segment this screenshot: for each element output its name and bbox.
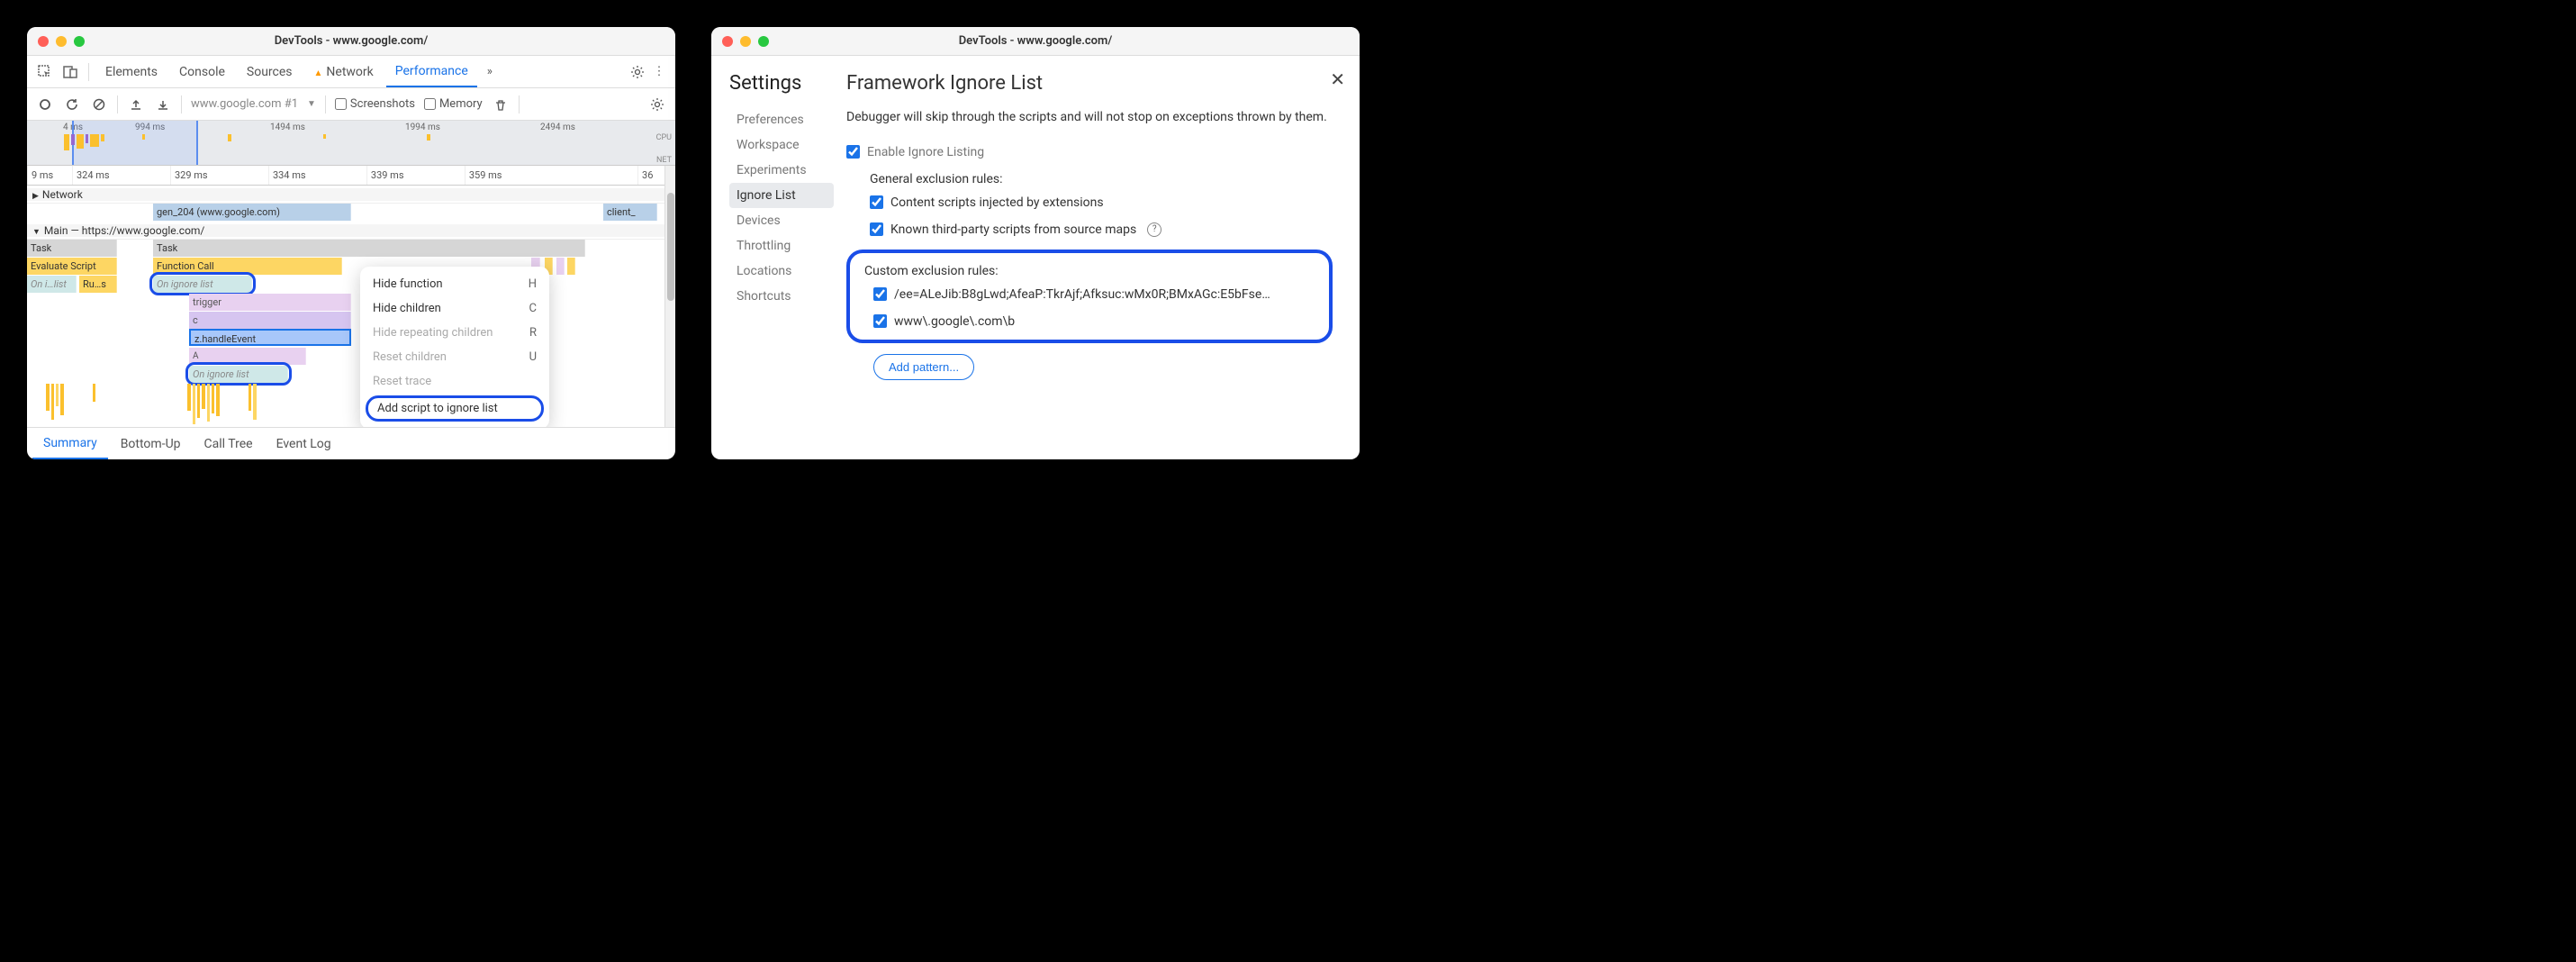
maximize-icon[interactable] — [758, 36, 769, 47]
record-icon[interactable] — [36, 95, 54, 113]
close-settings-icon[interactable]: ✕ — [1330, 68, 1345, 90]
gc-icon[interactable] — [492, 95, 510, 113]
ctx-reset-trace: Reset trace — [360, 369, 549, 394]
tab-performance[interactable]: Performance — [386, 57, 477, 87]
flame-c[interactable]: c — [189, 312, 351, 329]
tab-sources[interactable]: Sources — [238, 58, 302, 86]
memory-checkbox[interactable]: Memory — [424, 97, 483, 111]
tab-console[interactable]: Console — [170, 58, 234, 86]
ctx-hide-function[interactable]: Hide functionH — [360, 272, 549, 296]
gear-icon[interactable] — [628, 63, 646, 81]
screenshots-checkbox[interactable]: Screenshots — [335, 97, 415, 111]
overview-tick: 1994 ms — [405, 123, 540, 132]
timeline-overview[interactable]: 4 ms 994 ms 1494 ms 1994 ms 2494 ms CPU … — [27, 121, 675, 166]
performance-toolbar: www.google.com #1 ▼ Screenshots Memory — [27, 88, 675, 121]
panel-tabs: Elements Console Sources Network Perform… — [27, 56, 675, 88]
sidebar-item-throttling[interactable]: Throttling — [729, 233, 834, 259]
enable-ignore-checkbox[interactable]: Enable Ignore Listing — [846, 145, 1333, 159]
device-icon[interactable] — [59, 61, 81, 83]
help-icon[interactable]: ? — [1147, 222, 1161, 237]
page-description: Debugger will skip through the scripts a… — [846, 109, 1333, 127]
cpu-label: CPU — [656, 133, 672, 142]
sidebar-item-workspace[interactable]: Workspace — [729, 132, 834, 158]
devtools-settings-window: DevTools - www.google.com/ ✕ Settings Pr… — [711, 27, 1360, 459]
flame-task[interactable]: Task — [153, 240, 585, 257]
target-select[interactable]: www.google.com #1 — [191, 97, 298, 111]
reload-icon[interactable] — [63, 95, 81, 113]
flame-trigger[interactable]: trigger — [189, 294, 351, 311]
minimize-icon[interactable] — [740, 36, 751, 47]
download-icon[interactable] — [154, 95, 172, 113]
sidebar-item-preferences[interactable]: Preferences — [729, 107, 834, 132]
custom-rule-1-checkbox[interactable]: /ee=ALeJib:B8gLwd;AfeaP:TkrAjf;Afksuc:wM… — [873, 287, 1315, 302]
minimize-icon[interactable] — [56, 36, 67, 47]
main-track-header[interactable]: ▼Main — https://www.google.com/ — [27, 222, 664, 240]
flame-bar[interactable] — [567, 258, 575, 275]
btab-event-log[interactable]: Event Log — [266, 430, 342, 458]
window-title: DevTools - www.google.com/ — [27, 34, 675, 48]
titlebar[interactable]: DevTools - www.google.com/ — [711, 27, 1360, 56]
devtools-performance-window: DevTools - www.google.com/ Elements Cons… — [27, 27, 675, 459]
window-title: DevTools - www.google.com/ — [711, 34, 1360, 48]
flame-ignore-list[interactable]: On i…list — [27, 276, 77, 293]
maximize-icon[interactable] — [74, 36, 85, 47]
more-tabs-icon[interactable]: » — [481, 63, 499, 81]
close-icon[interactable] — [38, 36, 49, 47]
flame-task[interactable]: Task — [27, 240, 117, 257]
sidebar-item-devices[interactable]: Devices — [729, 208, 834, 233]
close-icon[interactable] — [722, 36, 733, 47]
details-tabs: Summary Bottom-Up Call Tree Event Log — [27, 427, 675, 459]
clear-icon[interactable] — [90, 95, 108, 113]
flame-evaluate-script[interactable]: Evaluate Script — [27, 258, 117, 275]
tab-network[interactable]: Network — [305, 58, 383, 86]
custom-rules-label: Custom exclusion rules: — [864, 264, 1315, 278]
ctx-reset-children: Reset childrenU — [360, 345, 549, 369]
flame-function-call[interactable]: Function Call — [153, 258, 342, 275]
titlebar[interactable]: DevTools - www.google.com/ — [27, 27, 675, 56]
flame-chart[interactable]: 9 ms 324 ms 329 ms 334 ms 339 ms 359 ms … — [27, 166, 675, 427]
flame-ignore-list[interactable]: On ignore list — [153, 276, 252, 293]
kebab-icon[interactable]: ⋮ — [650, 63, 668, 81]
flame-bar[interactable] — [556, 258, 565, 275]
ctx-hide-repeating: Hide repeating childrenR — [360, 321, 549, 345]
settings-content: Framework Ignore List Debugger will skip… — [837, 56, 1360, 459]
tab-elements[interactable]: Elements — [96, 58, 167, 86]
overview-tick: 2494 ms — [540, 123, 675, 132]
content-scripts-checkbox[interactable]: Content scripts injected by extensions — [870, 195, 1333, 210]
btab-summary[interactable]: Summary — [32, 429, 108, 459]
sidebar-item-ignore-list[interactable]: Ignore List — [729, 183, 834, 208]
flame-ruler: 9 ms 324 ms 329 ms 334 ms 339 ms 359 ms … — [27, 166, 664, 186]
network-track-header[interactable]: ▶Network — [27, 186, 664, 204]
add-pattern-button[interactable]: Add pattern... — [873, 354, 974, 380]
custom-rule-2-checkbox[interactable]: www\.google\.com\b — [873, 314, 1315, 329]
general-rules-label: General exclusion rules: — [870, 172, 1333, 186]
scrollbar[interactable] — [664, 166, 675, 427]
btab-bottom-up[interactable]: Bottom-Up — [110, 430, 192, 458]
flame-a[interactable]: A — [189, 348, 306, 365]
upload-icon[interactable] — [127, 95, 145, 113]
capture-settings-icon[interactable] — [648, 95, 666, 113]
flame-bar[interactable]: Ru…s — [79, 276, 117, 293]
custom-rules-highlight: Custom exclusion rules: /ee=ALeJib:B8gLw… — [846, 250, 1333, 343]
network-entry[interactable]: client_ — [603, 204, 657, 221]
overview-tick: 1494 ms — [270, 123, 405, 132]
flame-handle-event[interactable]: z.handleEvent — [189, 329, 351, 346]
settings-title: Settings — [729, 72, 834, 95]
settings-sidebar: Settings Preferences Workspace Experimen… — [711, 56, 837, 459]
sidebar-item-shortcuts[interactable]: Shortcuts — [729, 284, 834, 309]
network-entry[interactable]: gen_204 (www.google.com) — [153, 204, 351, 221]
ctx-add-ignore-list[interactable]: Add script to ignore list — [366, 395, 544, 422]
btab-call-tree[interactable]: Call Tree — [194, 430, 264, 458]
net-label: NET — [656, 156, 672, 165]
context-menu: Hide functionH Hide childrenC Hide repea… — [360, 267, 549, 427]
sidebar-item-locations[interactable]: Locations — [729, 259, 834, 284]
inspect-icon[interactable] — [34, 61, 56, 83]
ctx-hide-children[interactable]: Hide childrenC — [360, 296, 549, 321]
third-party-checkbox[interactable]: Known third-party scripts from source ma… — [870, 222, 1333, 237]
sidebar-item-experiments[interactable]: Experiments — [729, 158, 834, 183]
flame-ignore-list[interactable]: On ignore list — [189, 366, 288, 383]
page-heading: Framework Ignore List — [846, 72, 1333, 95]
